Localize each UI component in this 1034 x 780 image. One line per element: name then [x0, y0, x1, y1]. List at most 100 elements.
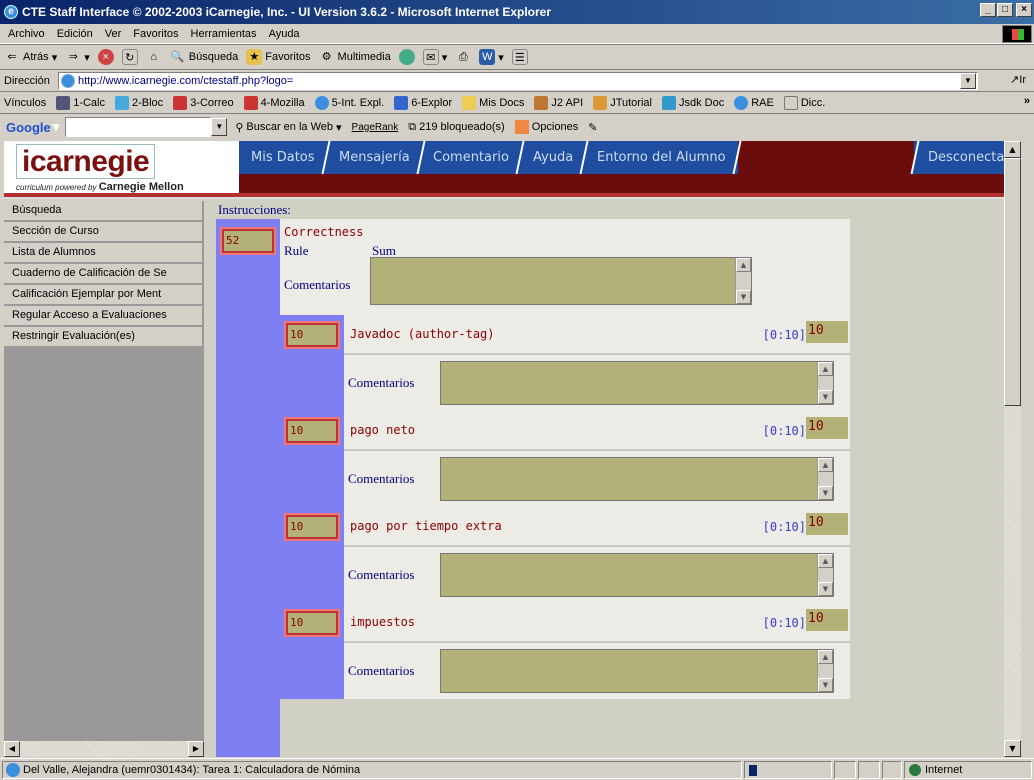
minimize-button[interactable]: _ — [980, 3, 996, 17]
icarnegie-logo[interactable]: icarnegie curriculum powered by Carnegie… — [16, 144, 184, 193]
link-correo[interactable]: 3-Correo — [173, 95, 234, 110]
close-button[interactable]: × — [1016, 3, 1032, 17]
sidebar-item-cuaderno[interactable]: Cuaderno de Calificación de Se — [4, 264, 202, 285]
scroll-down-icon[interactable]: ▼ — [818, 582, 833, 596]
criterion-comments-textarea[interactable]: ▲ ▼ — [440, 649, 834, 693]
popup-blocker-button[interactable]: ⧉ 219 bloqueado(s) — [408, 121, 504, 134]
textarea-scrollbar[interactable]: ▲ ▼ — [817, 362, 833, 404]
scroll-down-icon[interactable]: ▼ — [818, 678, 833, 692]
edit-button[interactable]: W ▾ — [479, 49, 504, 65]
forward-button[interactable]: ⇒ ▾ — [65, 49, 90, 65]
sidebar-item-busqueda[interactable]: Búsqueda — [4, 201, 202, 222]
criterion-score-field[interactable]: 10 — [284, 609, 340, 637]
pagerank-indicator[interactable]: PageRank — [352, 122, 399, 133]
scroll-up-icon[interactable]: ▲ — [818, 458, 833, 472]
sidebar-item-regular-acceso[interactable]: Regular Acceso a Evaluaciones — [4, 306, 202, 327]
scroll-down-icon[interactable]: ▼ — [818, 390, 833, 404]
criterion-value-field[interactable]: 10 — [806, 417, 848, 439]
criterion-comments-textarea[interactable]: ▲ ▼ — [440, 361, 834, 405]
link-calc[interactable]: 1-Calc — [56, 95, 105, 110]
menu-ayuda[interactable]: Ayuda — [269, 28, 300, 40]
criterion-value-field[interactable]: 10 — [806, 609, 848, 631]
menu-herramientas[interactable]: Herramientas — [191, 28, 257, 40]
google-search-input[interactable] — [65, 117, 212, 137]
menu-archivo[interactable]: Archivo — [8, 28, 45, 40]
go-button[interactable]: ↗Ir — [1010, 73, 1026, 86]
nav-mensajeria[interactable]: Mensajería — [323, 141, 425, 174]
nav-entorno-alumno[interactable]: Entorno del Alumno — [581, 141, 742, 174]
home-button[interactable]: ⌂ — [146, 49, 162, 65]
textarea-scrollbar[interactable]: ▲ ▼ — [817, 458, 833, 500]
page-vertical-scrollbar[interactable]: ▲ ▼ — [1004, 141, 1021, 757]
textarea-scrollbar[interactable]: ▲ ▼ — [817, 650, 833, 692]
criterion-score-field[interactable]: 10 — [284, 321, 340, 349]
link-mozilla[interactable]: 4-Mozilla — [243, 95, 305, 110]
zone-label: Internet — [925, 764, 963, 776]
link-dicc[interactable]: Dicc. — [783, 95, 825, 110]
sidebar-item-seccion-curso[interactable]: Sección de Curso — [4, 222, 202, 243]
google-toolbar: Google ▾ ▼ ⚲ Buscar en la Web ▾ PageRank ⧉… — [0, 114, 1034, 140]
sidebar-item-restringir[interactable]: Restringir Evaluación(es) — [4, 327, 202, 348]
sidebar-item-lista-alumnos[interactable]: Lista de Alumnos — [4, 243, 202, 264]
link-int-expl[interactable]: 5-Int. Expl. — [314, 95, 384, 110]
history-button[interactable] — [398, 49, 415, 65]
address-dropdown-button[interactable]: ▼ — [960, 73, 976, 89]
discuss-button[interactable]: ☰ — [511, 49, 528, 65]
nav-comentario[interactable]: Comentario — [417, 141, 525, 174]
scroll-up-icon[interactable]: ▲ — [818, 362, 833, 376]
scroll-up-icon[interactable]: ▲ — [818, 554, 833, 568]
link-explor[interactable]: 6-Explor — [394, 95, 452, 110]
criterion-comments-textarea[interactable]: ▲ ▼ — [440, 553, 834, 597]
link-rae[interactable]: RAE — [734, 95, 774, 110]
refresh-button[interactable]: ↻ — [121, 49, 138, 65]
favorites-button[interactable]: ★ Favoritos — [246, 49, 311, 65]
nav-ayuda[interactable]: Ayuda — [517, 141, 589, 174]
scroll-down-icon[interactable]: ▼ — [1004, 740, 1021, 757]
scroll-left-icon[interactable]: ◀ — [4, 741, 20, 757]
scroll-thumb[interactable] — [1004, 158, 1021, 406]
scroll-right-icon[interactable]: ▶ — [188, 741, 204, 757]
total-score-field[interactable]: 52 — [220, 227, 276, 255]
google-options-button[interactable]: Opciones — [514, 120, 578, 134]
highlight-button[interactable]: ✎ — [588, 121, 597, 134]
sidebar-horizontal-scrollbar[interactable]: ◀ ▶ — [4, 741, 204, 757]
textarea-scrollbar[interactable]: ▲ ▼ — [817, 554, 833, 596]
criterion-score-field[interactable]: 10 — [284, 513, 340, 541]
progress-panel — [744, 761, 832, 779]
search-web-button[interactable]: ⚲ Buscar en la Web ▾ — [235, 121, 341, 134]
stop-button[interactable]: × — [97, 49, 114, 65]
criterion-value-field[interactable]: 10 — [806, 513, 848, 535]
nav-mis-datos[interactable]: Mis Datos — [235, 141, 331, 174]
criterion-comments-textarea[interactable]: ▲ ▼ — [440, 457, 834, 501]
scroll-up-icon[interactable]: ▲ — [818, 650, 833, 664]
google-logo[interactable]: Google ▾ — [4, 119, 62, 135]
menu-favoritos[interactable]: Favoritos — [133, 28, 178, 40]
section-comments-textarea[interactable]: ▲ ▼ — [370, 257, 752, 305]
scroll-down-icon[interactable]: ▼ — [736, 290, 751, 304]
link-mis-docs[interactable]: Mis Docs — [462, 95, 524, 110]
menu-ver[interactable]: Ver — [105, 28, 122, 40]
textarea-scrollbar[interactable]: ▲ ▼ — [735, 258, 751, 304]
back-button[interactable]: ⇐ Atrás ▾ — [4, 49, 57, 65]
link-j2-api[interactable]: J2 API — [534, 95, 583, 110]
search-button[interactable]: 🔍 Búsqueda — [170, 49, 238, 65]
menu-edicion[interactable]: Edición — [57, 28, 93, 40]
criterion-value-field[interactable]: 10 — [806, 321, 848, 343]
scroll-up-icon[interactable]: ▲ — [736, 258, 751, 272]
maximize-button[interactable]: □ — [997, 3, 1013, 17]
criterion-score-field[interactable]: 10 — [284, 417, 340, 445]
scroll-down-icon[interactable]: ▼ — [818, 486, 833, 500]
multimedia-button[interactable]: ⚙ Multimedia — [319, 49, 391, 65]
scroll-up-icon[interactable]: ▲ — [1004, 141, 1021, 158]
google-search-dropdown[interactable]: ▼ — [211, 118, 228, 136]
link-jsdk-doc[interactable]: Jsdk Doc — [661, 95, 724, 110]
address-input[interactable]: http://www.icarnegie.com/ctestaff.php?lo… — [58, 72, 978, 90]
mail-button[interactable]: ✉ ▾ — [422, 49, 447, 65]
print-button[interactable]: ⎙ — [455, 49, 471, 65]
link-jtutorial[interactable]: JTutorial — [593, 95, 652, 110]
sidebar-item-calificacion-ejemplar[interactable]: Calificación Ejemplar por Ment — [4, 285, 202, 306]
site-header: icarnegie curriculum powered by Carnegie… — [4, 141, 1020, 193]
section-correctness: Correctness Rule Sum Comentarios ▲ ▼ — [280, 219, 850, 315]
link-bloc[interactable]: 2-Bloc — [115, 95, 163, 110]
links-more-chevron-icon[interactable]: » — [1024, 95, 1030, 107]
